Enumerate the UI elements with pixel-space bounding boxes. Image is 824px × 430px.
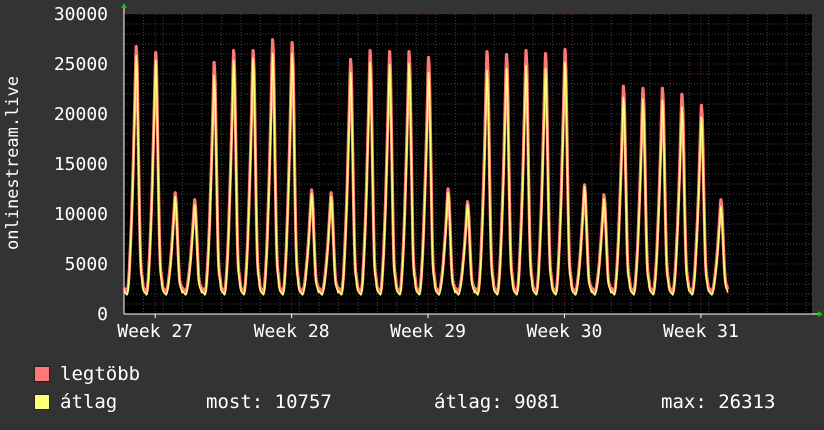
stat-max: max: 26313 (661, 389, 775, 415)
stat-current-value: 10757 (274, 391, 332, 413)
y-tick-label: 20000 (54, 104, 108, 125)
legend-label-avg: átlag (60, 391, 118, 413)
stat-current: most: 10757 (206, 389, 332, 415)
x-tick-label: Week 27 (117, 321, 193, 342)
stat-average-value: 9081 (514, 391, 560, 413)
x-axis-arrow (818, 311, 823, 317)
x-tick-label: Week 29 (390, 321, 466, 342)
legend-item-avg: átlag (34, 389, 117, 415)
y-tick-label: 5000 (65, 254, 108, 275)
y-tick-labels: 0 5000 10000 15000 20000 25000 30000 (54, 4, 108, 325)
y-tick-label: 0 (97, 304, 108, 325)
y-axis-arrow (121, 3, 127, 8)
stat-average: átlag: 9081 (434, 389, 560, 415)
y-tick-label: 10000 (54, 204, 108, 225)
x-tick-labels: Week 27 Week 28 Week 29 Week 30 Week 31 (117, 321, 739, 342)
legend-swatch-max (34, 366, 50, 382)
y-tick-label: 25000 (54, 54, 108, 75)
y-tick-label: 30000 (54, 4, 108, 25)
stat-average-label: átlag: (434, 391, 503, 413)
legend: legtöbb átlag most: 10757 átlag: 9081 ma… (0, 350, 824, 430)
x-tick-label: Week 28 (254, 321, 330, 342)
legend-label-max: legtöbb (60, 363, 141, 385)
y-axis-label: onlinestream.live (3, 76, 23, 250)
stat-max-label: max: (661, 391, 707, 413)
legend-item-max: legtöbb (34, 361, 140, 387)
x-tick-label: Week 31 (663, 321, 739, 342)
chart: 050001000015000200002500030000 Week 27 We… (3, 3, 823, 342)
stat-current-label: most: (206, 391, 264, 413)
y-tick-label: 15000 (54, 154, 108, 175)
legend-swatch-avg (34, 394, 50, 410)
x-tick-label: Week 30 (527, 321, 603, 342)
stat-max-value: 26313 (718, 391, 776, 413)
